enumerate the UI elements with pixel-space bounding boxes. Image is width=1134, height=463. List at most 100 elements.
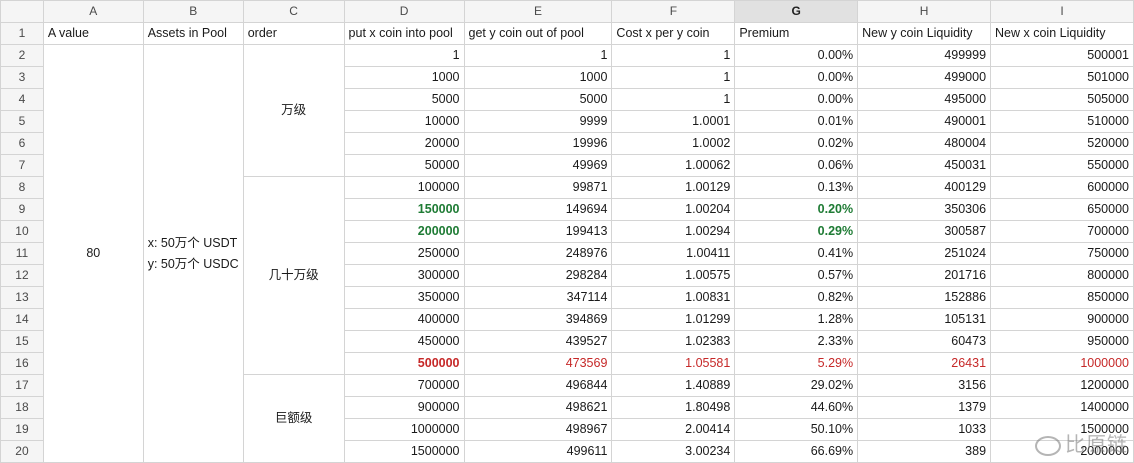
cell-cost[interactable]: 2.00414 <box>611 418 736 441</box>
row-header[interactable]: 16 <box>0 352 44 375</box>
row-header[interactable]: 14 <box>0 308 44 331</box>
cell-put-x-header[interactable]: put x coin into pool <box>343 22 465 45</box>
column-header-f[interactable]: F <box>611 0 736 23</box>
row-header[interactable]: 12 <box>0 264 44 287</box>
cell-premium[interactable]: 2.33% <box>734 330 859 353</box>
cell-new-y[interactable]: 105131 <box>857 308 992 331</box>
cell-cost[interactable]: 1.80498 <box>611 396 736 419</box>
cell-premium[interactable]: 0.06% <box>734 154 859 177</box>
cell-get-y[interactable]: 473569 <box>463 352 613 375</box>
row-header[interactable]: 10 <box>0 220 44 243</box>
cell-a-value[interactable]: 80 <box>42 44 144 463</box>
cell-get-y[interactable]: 298284 <box>463 264 613 287</box>
cell-get-y[interactable]: 499611 <box>463 440 613 463</box>
cell-new-y[interactable]: 300587 <box>857 220 992 243</box>
cell-new-y[interactable]: 26431 <box>857 352 992 375</box>
column-header-c[interactable]: C <box>242 0 345 23</box>
cell-get-y[interactable]: 498967 <box>463 418 613 441</box>
row-header[interactable]: 11 <box>0 242 44 265</box>
cell-get-y[interactable]: 1 <box>463 44 613 67</box>
cell-cost[interactable]: 1.00575 <box>611 264 736 287</box>
cell-new-x[interactable]: 1500000 <box>990 418 1134 441</box>
row-header[interactable]: 6 <box>0 132 44 155</box>
cell-put-x[interactable]: 200000 <box>343 220 465 243</box>
row-header[interactable]: 3 <box>0 66 44 89</box>
column-header-d[interactable]: D <box>343 0 465 23</box>
column-header-g[interactable]: G <box>734 0 859 23</box>
cell-get-y[interactable]: 5000 <box>463 88 613 111</box>
cell-get-y[interactable]: 19996 <box>463 132 613 155</box>
cell-assets-in-pool[interactable]: x: 50万个 USDT y: 50万个 USDC <box>142 44 244 463</box>
cell-cost[interactable]: 1.05581 <box>611 352 736 375</box>
cell-premium[interactable]: 29.02% <box>734 374 859 397</box>
cell-new-x[interactable]: 520000 <box>990 132 1134 155</box>
cell-new-y[interactable]: 480004 <box>857 132 992 155</box>
cell-premium[interactable]: 66.69% <box>734 440 859 463</box>
row-header[interactable]: 9 <box>0 198 44 221</box>
column-header-a[interactable]: A <box>42 0 144 23</box>
column-header-h[interactable]: H <box>857 0 992 23</box>
cell-premium-header[interactable]: Premium <box>734 22 859 45</box>
cell-new-y[interactable]: 251024 <box>857 242 992 265</box>
cell-premium[interactable]: 0.20% <box>734 198 859 221</box>
cell-put-x[interactable]: 400000 <box>343 308 465 331</box>
cell-get-y[interactable]: 439527 <box>463 330 613 353</box>
cell-cost[interactable]: 1 <box>611 66 736 89</box>
cell-get-y[interactable]: 496844 <box>463 374 613 397</box>
cell-new-x[interactable]: 750000 <box>990 242 1134 265</box>
cell-new-x[interactable]: 600000 <box>990 176 1134 199</box>
row-header[interactable]: 20 <box>0 440 44 463</box>
row-header[interactable]: 18 <box>0 396 44 419</box>
cell-get-y[interactable]: 99871 <box>463 176 613 199</box>
cell-new-x[interactable]: 550000 <box>990 154 1134 177</box>
cell-new-x[interactable]: 850000 <box>990 286 1134 309</box>
cell-new-x[interactable]: 1400000 <box>990 396 1134 419</box>
cell-get-y[interactable]: 9999 <box>463 110 613 133</box>
column-header-i[interactable]: I <box>990 0 1134 23</box>
cell-new-x[interactable]: 505000 <box>990 88 1134 111</box>
cell-put-x[interactable]: 50000 <box>343 154 465 177</box>
cell-put-x[interactable]: 300000 <box>343 264 465 287</box>
cell-put-x[interactable]: 5000 <box>343 88 465 111</box>
cell-get-y[interactable]: 1000 <box>463 66 613 89</box>
cell-get-y[interactable]: 49969 <box>463 154 613 177</box>
cell-new-y[interactable]: 490001 <box>857 110 992 133</box>
cell-put-x[interactable]: 10000 <box>343 110 465 133</box>
cell-new-x[interactable]: 900000 <box>990 308 1134 331</box>
cell-put-x[interactable]: 1000 <box>343 66 465 89</box>
cell-new-y[interactable]: 495000 <box>857 88 992 111</box>
cell-new-y[interactable]: 450031 <box>857 154 992 177</box>
cell-order-group[interactable]: 巨额级 <box>242 374 345 463</box>
cell-put-x[interactable]: 100000 <box>343 176 465 199</box>
cell-put-x[interactable]: 500000 <box>343 352 465 375</box>
row-header[interactable]: 4 <box>0 88 44 111</box>
cell-new-y[interactable]: 3156 <box>857 374 992 397</box>
row-header[interactable]: 19 <box>0 418 44 441</box>
cell-cost[interactable]: 1.00831 <box>611 286 736 309</box>
cell-premium[interactable]: 0.41% <box>734 242 859 265</box>
cell-premium[interactable]: 0.29% <box>734 220 859 243</box>
cell-new-y[interactable]: 499999 <box>857 44 992 67</box>
cell-new-x[interactable]: 800000 <box>990 264 1134 287</box>
cell-cost[interactable]: 1.00062 <box>611 154 736 177</box>
select-all-corner[interactable] <box>0 0 44 23</box>
cell-new-x[interactable]: 700000 <box>990 220 1134 243</box>
row-header[interactable]: 7 <box>0 154 44 177</box>
cell-new-y[interactable]: 60473 <box>857 330 992 353</box>
cell-premium[interactable]: 0.00% <box>734 88 859 111</box>
cell-put-x[interactable]: 450000 <box>343 330 465 353</box>
cell-premium[interactable]: 1.28% <box>734 308 859 331</box>
cell-get-y[interactable]: 149694 <box>463 198 613 221</box>
cell-put-x[interactable]: 1500000 <box>343 440 465 463</box>
cell-new-x[interactable]: 500001 <box>990 44 1134 67</box>
cell-cost[interactable]: 1.40889 <box>611 374 736 397</box>
cell-cost-header[interactable]: Cost x per y coin <box>611 22 736 45</box>
cell-a-value-header[interactable]: A value <box>42 22 144 45</box>
cell-get-y[interactable]: 347114 <box>463 286 613 309</box>
cell-new-x[interactable]: 950000 <box>990 330 1134 353</box>
cell-cost[interactable]: 1 <box>611 44 736 67</box>
cell-cost[interactable]: 1.00204 <box>611 198 736 221</box>
cell-new-x[interactable]: 2000000 <box>990 440 1134 463</box>
cell-premium[interactable]: 5.29% <box>734 352 859 375</box>
cell-put-x[interactable]: 20000 <box>343 132 465 155</box>
